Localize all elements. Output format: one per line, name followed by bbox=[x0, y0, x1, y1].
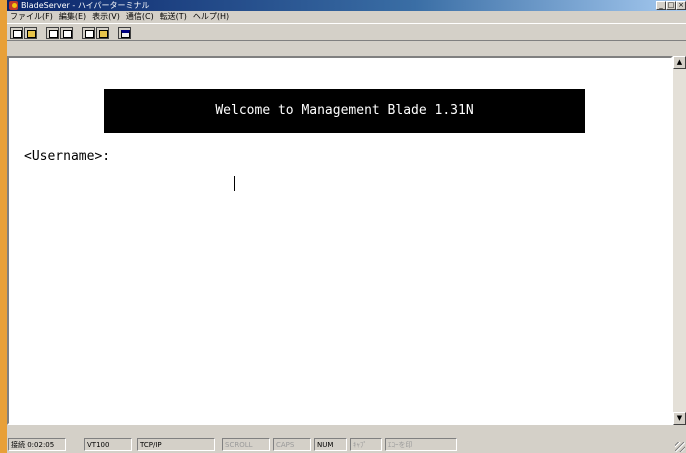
status-connected-time: 接続 0:02:05 bbox=[8, 438, 66, 451]
receive-file-icon[interactable] bbox=[96, 27, 109, 39]
status-echo-print: ｴｺｰを印 bbox=[385, 438, 457, 451]
close-button[interactable]: × bbox=[676, 1, 686, 10]
menu-edit[interactable]: 編集(E) bbox=[56, 11, 89, 23]
status-caps: CAPS bbox=[273, 438, 311, 451]
scroll-up-arrow-icon[interactable]: ▲ bbox=[673, 56, 686, 69]
open-folder-icon[interactable] bbox=[24, 27, 37, 39]
send-file-icon[interactable] bbox=[82, 27, 95, 39]
new-file-icon[interactable] bbox=[10, 27, 23, 39]
hyperterminal-app-icon[interactable] bbox=[9, 1, 18, 10]
hyperterminal-window: BladeServer - ハイパーターミナル _ □ × ファイル(F) 編集… bbox=[7, 0, 686, 453]
toolbar bbox=[7, 23, 686, 41]
maximize-button[interactable]: □ bbox=[666, 1, 676, 10]
terminal-screen[interactable]: Welcome to Management Blade 1.31N <Usern… bbox=[9, 58, 671, 423]
welcome-banner: Welcome to Management Blade 1.31N bbox=[104, 89, 585, 133]
menu-file[interactable]: ファイル(F) bbox=[7, 11, 56, 23]
text-cursor bbox=[234, 176, 235, 191]
status-capture: ｷｬﾌﾟ bbox=[350, 438, 382, 451]
menu-view[interactable]: 表示(V) bbox=[89, 11, 123, 23]
resize-grip-icon[interactable] bbox=[675, 442, 685, 452]
window-controls: _ □ × bbox=[656, 1, 686, 10]
title-bar[interactable]: BladeServer - ハイパーターミナル _ □ × bbox=[7, 0, 686, 11]
status-emulation: VT100 bbox=[84, 438, 132, 451]
disconnect-icon[interactable] bbox=[60, 27, 73, 39]
properties-icon[interactable] bbox=[118, 27, 131, 39]
scroll-down-arrow-icon[interactable]: ▼ bbox=[673, 412, 686, 425]
username-prompt: <Username>: bbox=[24, 149, 111, 164]
connect-phone-icon[interactable] bbox=[46, 27, 59, 39]
status-bar: 接続 0:02:05 VT100 TCP/IP SCROLL CAPS NUM … bbox=[7, 436, 686, 453]
window-title: BladeServer - ハイパーターミナル bbox=[21, 1, 150, 10]
menu-help[interactable]: ヘルプ(H) bbox=[190, 11, 232, 23]
status-connection: TCP/IP bbox=[137, 438, 215, 451]
vertical-scrollbar[interactable]: ▲ ▼ bbox=[673, 56, 686, 425]
status-scroll: SCROLL bbox=[222, 438, 270, 451]
menu-transfer[interactable]: 転送(T) bbox=[157, 11, 190, 23]
minimize-button[interactable]: _ bbox=[656, 1, 666, 10]
menu-call[interactable]: 通信(C) bbox=[123, 11, 157, 23]
menu-bar: ファイル(F) 編集(E) 表示(V) 通信(C) 転送(T) ヘルプ(H) bbox=[7, 11, 686, 23]
status-num: NUM bbox=[314, 438, 347, 451]
terminal-frame: Welcome to Management Blade 1.31N <Usern… bbox=[7, 56, 673, 425]
